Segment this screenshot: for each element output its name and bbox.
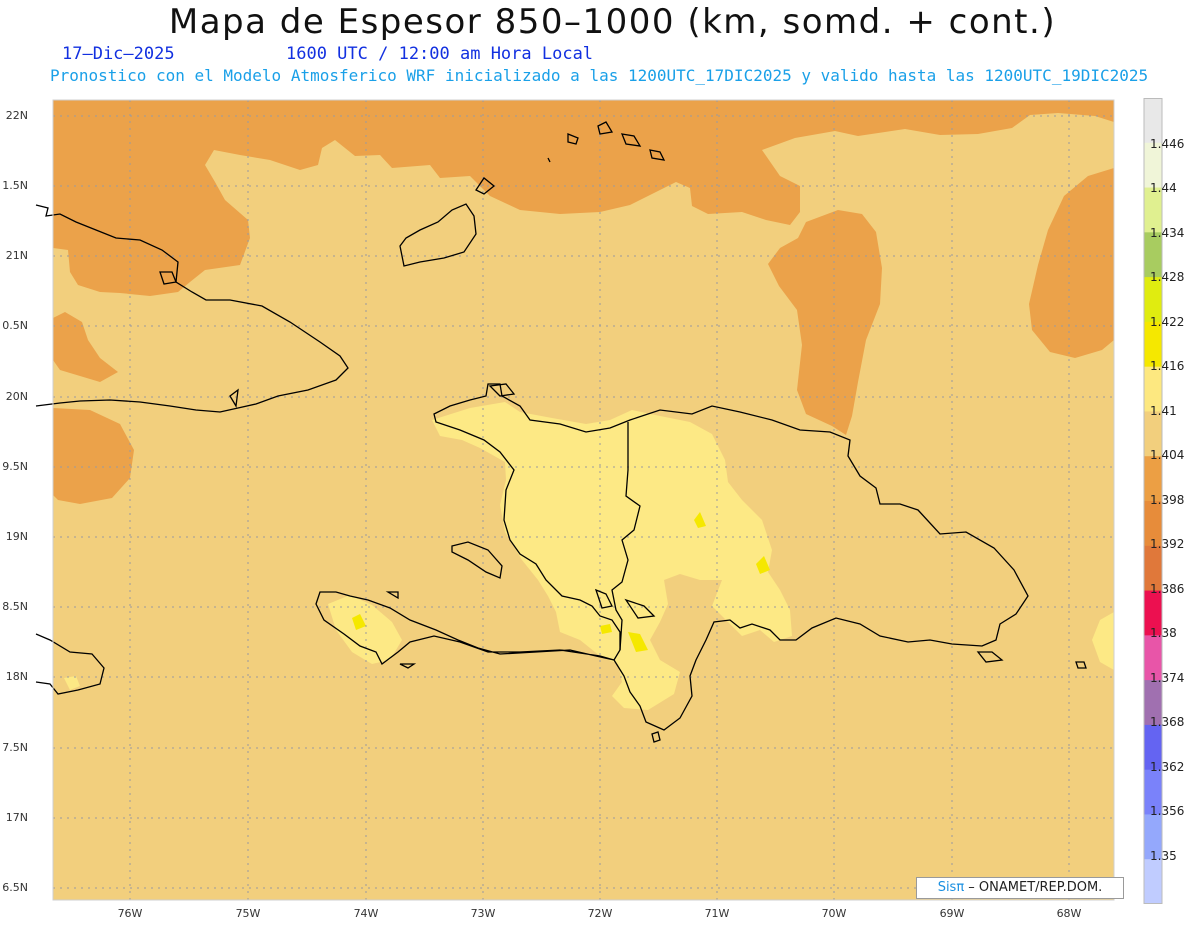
y-tick-label: 8.5N [2,600,28,613]
colorbar-label: 1.392 [1150,537,1185,551]
credit-brand: Sisπ [937,880,965,895]
colorbar-label: 1.446 [1150,137,1185,151]
y-tick-label: 19N [5,530,28,543]
colorbar-label: 1.38 [1150,626,1177,640]
colorbar-label: 1.356 [1150,804,1185,818]
y-tick-label: 6.5N [2,881,28,894]
credit-box: Sisπ – ONAMET/REP.DOM. [916,877,1124,899]
y-tick-label: 22N [5,109,28,122]
x-tick-label: 73W [470,907,496,920]
y-tick-label: 9.5N [2,460,28,473]
x-tick-label: 72W [587,907,613,920]
colorbar-label: 1.368 [1150,715,1185,729]
colorbar-label: 1.404 [1150,448,1185,462]
x-tick-label: 71W [704,907,730,920]
x-tick-label: 70W [821,907,847,920]
colorbar-label: 1.41 [1150,404,1177,418]
colorbar-label: 1.44 [1150,181,1177,195]
colorbar-label: 1.428 [1150,270,1185,284]
x-tick-label: 68W [1056,907,1082,920]
colorbar-swatch [1144,859,1162,904]
y-tick-label: 7.5N [2,741,28,754]
y-tick-label: 1.5N [2,179,28,192]
x-tick-label: 69W [939,907,965,920]
colorbar-label: 1.386 [1150,582,1185,596]
y-tick-label: 17N [5,811,28,824]
x-tick-label: 74W [353,907,379,920]
y-tick-label: 21N [5,249,28,262]
colorbar-label: 1.422 [1150,315,1185,329]
credit-text: – ONAMET/REP.DOM. [964,880,1103,895]
colorbar-label: 1.398 [1150,493,1185,507]
thickness-map [35,99,1115,901]
x-tick-label: 75W [235,907,261,920]
colorbar-label: 1.416 [1150,359,1185,373]
colorbar-label: 1.362 [1150,760,1185,774]
y-tick-label: 0.5N [2,319,28,332]
y-tick-label: 20N [5,390,28,403]
y-tick-label: 18N [5,670,28,683]
colorbar-label: 1.374 [1150,671,1185,685]
colorbar-label: 1.35 [1150,849,1177,863]
x-tick-label: 76W [117,907,143,920]
colorbar-label: 1.434 [1150,226,1185,240]
